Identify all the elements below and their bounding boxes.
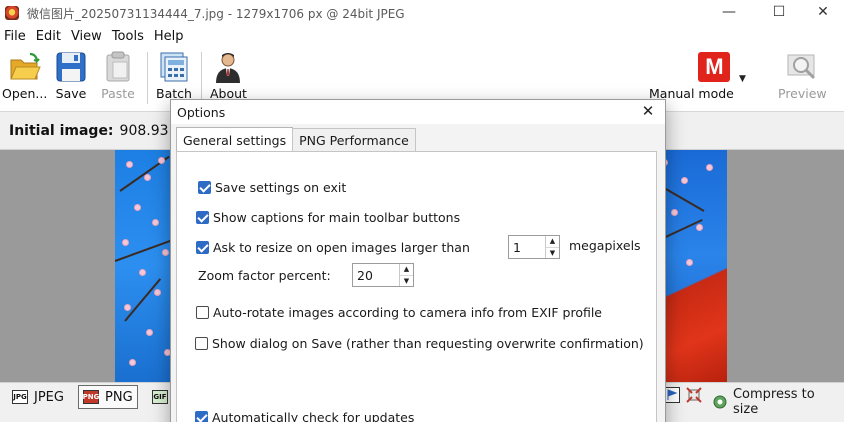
ask-resize-label: Ask to resize on open images larger than — [213, 240, 470, 255]
magnifier-preview-icon — [785, 50, 819, 84]
megapixels-stepper[interactable]: 1 ▲ ▼ — [508, 235, 560, 259]
preview-button-label: Preview — [778, 86, 827, 101]
app-icon — [5, 6, 19, 20]
maximize-icon: ☐ — [772, 4, 786, 20]
paste-button-label: Paste — [101, 86, 135, 101]
maximize-button[interactable]: ☐ — [756, 0, 802, 24]
close-icon: ✕ — [817, 4, 829, 20]
jpeg-format-icon: JPG — [12, 390, 28, 404]
paste-button[interactable]: Paste — [101, 50, 135, 101]
png-format-icon: PNG — [83, 390, 99, 404]
manual-mode-dropdown-arrow-icon[interactable]: ▼ — [739, 74, 746, 84]
save-button-label: Save — [55, 86, 87, 101]
close-window-button[interactable]: ✕ — [800, 0, 844, 24]
spin-down-icon[interactable]: ▼ — [546, 248, 559, 259]
open-folder-icon — [8, 50, 42, 84]
menu-bar: File Edit View Tools Help — [0, 26, 844, 46]
show-dialog-on-save-label: Show dialog on Save (rather than request… — [212, 336, 644, 351]
auto-check-updates-checkbox[interactable] — [195, 411, 208, 422]
save-settings-label: Save settings on exit — [215, 180, 347, 195]
ask-resize-option[interactable]: Ask to resize on open images larger than — [196, 240, 470, 255]
options-dialog: Options ✕ General settings PNG Performan… — [170, 99, 666, 422]
auto-rotate-label: Auto-rotate images according to camera i… — [213, 305, 603, 320]
save-button[interactable]: Save — [54, 50, 88, 101]
megapixels-value[interactable]: 1 — [509, 240, 545, 255]
format-png-button[interactable]: PNG PNG — [78, 385, 138, 409]
show-captions-checkbox[interactable] — [196, 211, 209, 224]
megapixels-spin-arrows[interactable]: ▲ ▼ — [545, 236, 559, 258]
manual-mode-letter: M — [698, 52, 731, 82]
ask-resize-checkbox[interactable] — [196, 241, 209, 254]
tab-png-performance[interactable]: PNG Performance — [292, 128, 416, 152]
compress-to-size-label: Compress to size — [732, 387, 815, 417]
about-button[interactable]: About — [210, 50, 247, 101]
toolbar-separator — [147, 52, 148, 104]
tab-general-settings[interactable]: General settings — [176, 127, 294, 152]
open-button[interactable]: Open... — [2, 50, 47, 101]
zoom-factor-label: Zoom factor percent: — [198, 268, 331, 283]
menu-file[interactable]: File — [0, 29, 31, 44]
original-image-preview — [115, 150, 175, 382]
preview-button[interactable]: Preview — [778, 50, 827, 101]
spin-down-icon[interactable]: ▼ — [400, 276, 413, 287]
options-close-button[interactable]: ✕ — [639, 102, 657, 120]
options-dialog-title: Options — [177, 104, 226, 120]
general-settings-panel: Save settings on exit Show captions for … — [176, 151, 657, 422]
batch-button[interactable]: Batch — [156, 50, 192, 101]
zoom-spin-arrows[interactable]: ▲ ▼ — [399, 264, 413, 286]
menu-view[interactable]: View — [66, 29, 107, 44]
format-jpeg-button[interactable]: JPG JPEG — [8, 385, 68, 409]
compress-gear-icon — [713, 395, 727, 409]
flag-icon[interactable] — [664, 387, 680, 403]
clipboard-icon — [101, 50, 135, 84]
spin-up-icon[interactable]: ▲ — [400, 264, 413, 276]
auto-rotate-option[interactable]: Auto-rotate images according to camera i… — [196, 305, 602, 320]
format-png-label: PNG — [105, 389, 133, 405]
toolbar-separator — [201, 52, 202, 104]
window-title: 微信图片_20250731134444_7.jpg - 1279x1706 px… — [27, 6, 405, 21]
auto-check-updates-option[interactable]: Automatically check for updates — [195, 410, 414, 422]
megapixels-unit-label: megapixels — [569, 238, 641, 253]
compress-to-size-button[interactable]: Compress to size — [712, 387, 844, 417]
show-dialog-on-save-checkbox[interactable] — [195, 337, 208, 350]
zoom-factor-stepper[interactable]: 20 ▲ ▼ — [352, 263, 414, 287]
manual-mode-icon: M — [674, 50, 731, 84]
manual-mode-button[interactable]: M Manual mode — [649, 50, 734, 101]
format-gif-button[interactable]: GIF — [148, 385, 172, 409]
show-captions-option[interactable]: Show captions for main toolbar buttons — [196, 210, 460, 225]
minimize-button[interactable]: — — [706, 0, 752, 24]
save-settings-checkbox[interactable] — [198, 181, 211, 194]
open-button-label: Open... — [2, 86, 48, 101]
auto-check-updates-label: Automatically check for updates — [212, 410, 415, 422]
resize-tool-icon[interactable] — [686, 387, 702, 403]
spin-up-icon[interactable]: ▲ — [546, 236, 559, 248]
floppy-disk-icon — [54, 50, 88, 84]
format-jpeg-label: JPEG — [34, 389, 64, 405]
auto-rotate-checkbox[interactable] — [196, 306, 209, 319]
show-dialog-on-save-option[interactable]: Show dialog on Save (rather than request… — [195, 336, 644, 351]
initial-image-label: Initial image: — [9, 122, 114, 139]
menu-help[interactable]: Help — [149, 29, 189, 44]
zoom-factor-value[interactable]: 20 — [353, 268, 399, 283]
title-bar: 微信图片_20250731134444_7.jpg - 1279x1706 px… — [0, 0, 844, 26]
options-dialog-titlebar[interactable]: Options ✕ — [171, 100, 665, 124]
menu-tools[interactable]: Tools — [107, 29, 149, 44]
batch-calculator-icon — [157, 50, 191, 84]
gif-format-icon: GIF — [152, 390, 168, 404]
options-tabs: General settings PNG Performance — [176, 127, 416, 152]
show-captions-label: Show captions for main toolbar buttons — [213, 210, 461, 225]
minimize-icon: — — [722, 4, 736, 20]
menu-edit[interactable]: Edit — [31, 29, 66, 44]
save-settings-on-exit-option[interactable]: Save settings on exit — [198, 180, 346, 195]
person-icon — [211, 50, 245, 84]
close-icon: ✕ — [641, 102, 655, 120]
